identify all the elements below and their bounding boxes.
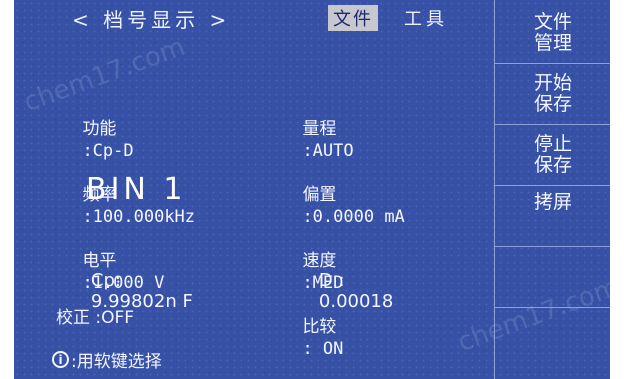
d-value: 0.00018 <box>318 291 394 312</box>
param-value: :0.0000 mA <box>302 207 405 227</box>
param-range[interactable]: 量程 :AUTO <box>270 96 405 161</box>
param-label: 功能 <box>82 119 117 139</box>
softkey-label-line1: 开始 <box>533 72 572 94</box>
softkey-stop-save[interactable]: 停止 保存 <box>495 125 610 186</box>
d-measurement: D : 0.00018 <box>296 249 393 333</box>
softkey-label-line1: 文件 <box>533 11 572 33</box>
param-value: :Cp-D <box>82 141 134 161</box>
bin-result: BIN 1 <box>86 172 187 207</box>
softkey-label-line2: 保存 <box>533 93 572 115</box>
lcr-display-screen: chem17.com chem17.com < 档号显示 > 文件 工具 功能 … <box>14 0 610 379</box>
softkey-label-line1: 停止 <box>533 133 572 155</box>
d-label: D : <box>318 270 345 291</box>
softkey-start-save[interactable]: 开始 保存 <box>495 64 610 125</box>
tab-tools[interactable]: 工具 <box>404 5 448 31</box>
param-value: : ON <box>302 339 344 359</box>
param-value: :AUTO <box>302 141 354 161</box>
info-icon: i <box>52 351 69 368</box>
correction-status: 校正 :OFF <box>56 308 135 328</box>
param-level[interactable]: 电平 :1.000 V <box>50 228 195 293</box>
top-menu-bar: < 档号显示 > 文件 工具 <box>14 0 494 36</box>
softkey-label-line2: 管理 <box>533 32 572 54</box>
softkey-empty-5[interactable] <box>495 247 610 308</box>
hint-text: :用软键选择 <box>71 352 162 372</box>
softkey-panel: 文件 管理 开始 保存 停止 保存 拷屏 <box>494 0 610 379</box>
tab-file[interactable]: 文件 <box>328 5 378 31</box>
softkey-empty-6[interactable] <box>495 308 610 369</box>
cp-label: Cp: <box>90 270 121 291</box>
param-label: 偏置 <box>302 185 337 205</box>
page-title-tab[interactable]: < 档号显示 > <box>72 4 230 33</box>
param-value: :100.000kHz <box>82 207 196 227</box>
softkey-file-manage[interactable]: 文件 管理 <box>495 3 610 64</box>
softkey-label-line2: 保存 <box>533 154 572 176</box>
param-function[interactable]: 功能 :Cp-D <box>50 96 195 161</box>
param-label: 量程 <box>302 119 337 139</box>
softkey-label-line1: 拷屏 <box>533 191 572 213</box>
softkey-screenshot[interactable]: 拷屏 <box>495 186 610 247</box>
softkey-hint: i :用软键选择 <box>52 347 162 372</box>
